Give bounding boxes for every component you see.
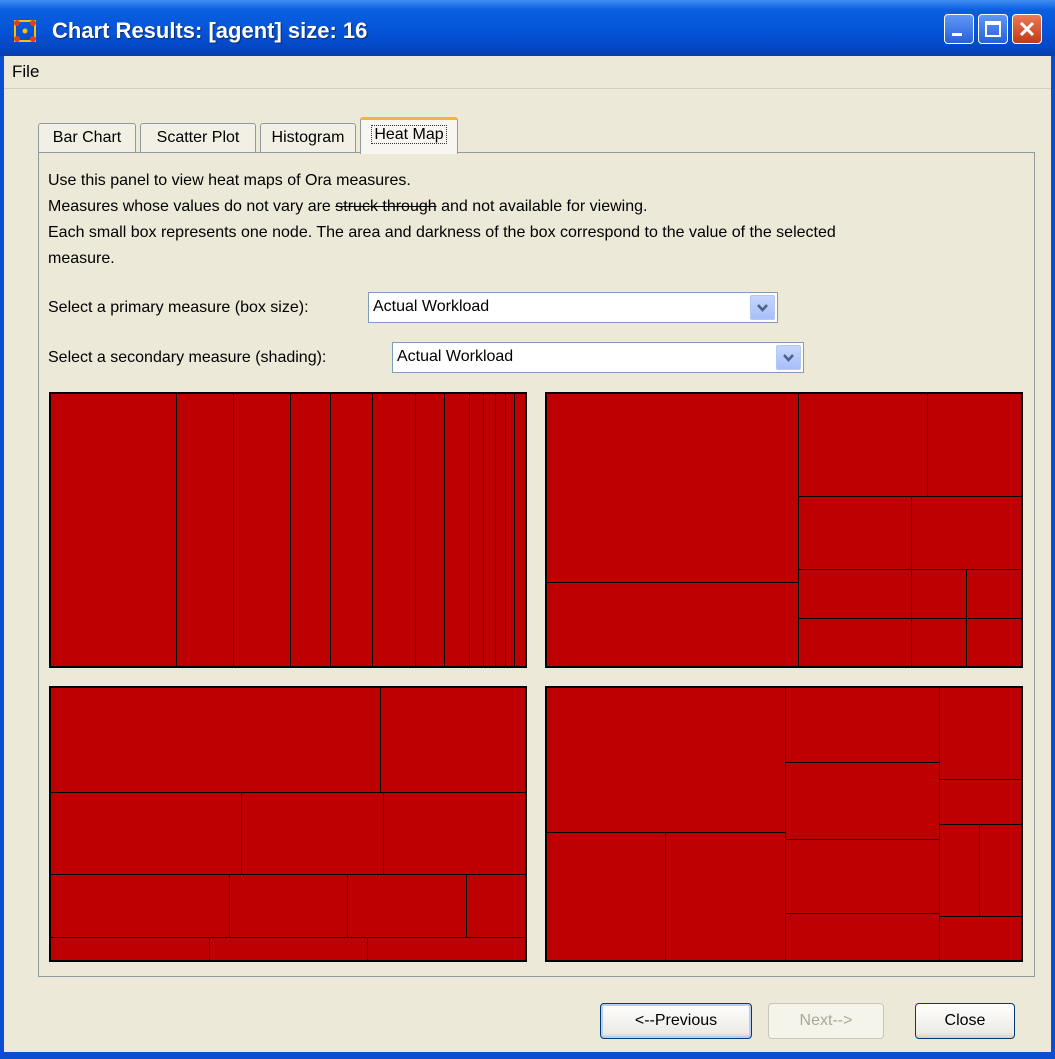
heat-map-cell (466, 874, 526, 938)
heat-map-cell (927, 393, 1022, 497)
description-line-2: Measures whose values do not vary are st… (48, 198, 647, 216)
description-line-2-pre: Measures whose values do not vary are (48, 198, 336, 215)
heat-map-cell (229, 874, 348, 938)
secondary-measure-label: Select a secondary measure (shading): (48, 349, 327, 366)
heat-map-cell (798, 393, 928, 497)
tab-bar-chart[interactable]: Bar Chart (38, 123, 136, 153)
heat-map-cell (979, 824, 1022, 917)
close-window-button[interactable] (1012, 14, 1042, 44)
heat-map-cell (785, 839, 940, 914)
close-icon (1019, 21, 1035, 37)
heat-map-cell (785, 687, 940, 763)
heat-map-cell (966, 618, 1022, 667)
heat-map-cell (50, 937, 210, 961)
heat-map-cell (798, 618, 912, 667)
ora-app-icon (14, 20, 36, 42)
window-frame-left (0, 56, 4, 1059)
heat-map-cell (415, 393, 445, 667)
minimize-icon (952, 33, 962, 36)
maximize-icon (985, 21, 1001, 37)
primary-measure-select[interactable]: Actual Workload (368, 292, 778, 323)
heat-map-cell (347, 874, 467, 938)
description-line-1: Use this panel to view heat maps of Ora … (48, 172, 411, 189)
heat-map-cell (785, 762, 940, 840)
heat-map-cell (50, 792, 242, 875)
heat-map-cell (939, 824, 980, 917)
secondary-measure-value: Actual Workload (397, 348, 514, 365)
secondary-measure-select[interactable]: Actual Workload (392, 342, 804, 373)
heat-map-cell (367, 937, 526, 961)
heat-map-cell (444, 393, 470, 667)
heat-map-4 (545, 686, 1023, 962)
heat-map-cell (939, 779, 1022, 825)
chevron-down-icon[interactable] (750, 295, 775, 320)
heat-map-cell (380, 687, 526, 793)
heat-map-1 (49, 392, 527, 668)
tab-scatter-plot[interactable]: Scatter Plot (140, 123, 256, 153)
heat-map-cell (911, 569, 967, 619)
previous-button[interactable]: <--Previous (600, 1003, 752, 1039)
heat-map-cell (330, 393, 373, 667)
heat-map-cell (546, 582, 799, 667)
heat-map-cell (911, 618, 967, 667)
heat-map-cell (798, 496, 912, 570)
heat-map-cell (546, 832, 666, 961)
heat-map-cell (50, 874, 230, 938)
window-title: Chart Results: [agent] size: 16 (52, 18, 368, 43)
tab-histogram[interactable]: Histogram (260, 123, 356, 153)
struck-through-example: struck through (335, 198, 437, 215)
next-button[interactable]: Next--> (768, 1003, 884, 1039)
heat-map-cell (939, 916, 1022, 961)
minimize-button[interactable] (944, 14, 974, 44)
window-frame-right (1051, 56, 1055, 1059)
menu-file[interactable]: File (12, 62, 39, 82)
window-frame-bottom (0, 1052, 1055, 1059)
heat-map-cell (383, 792, 526, 875)
heat-map-cell (50, 687, 381, 793)
heat-map-cell (785, 913, 940, 961)
close-button[interactable]: Close (915, 1003, 1015, 1039)
heat-map-cell (546, 687, 786, 833)
heat-map-cell (209, 937, 368, 961)
heat-map-cell (233, 393, 291, 667)
description-line-2-post: and not available for viewing. (436, 198, 648, 215)
chart-results-window: Chart Results: [agent] size: 16 File Bar… (0, 0, 1055, 1059)
heat-map-cell (241, 792, 384, 875)
heat-map-cell (911, 496, 1022, 570)
heat-map-cell (514, 393, 526, 667)
heat-map-cell (798, 569, 912, 619)
heat-map-cell (546, 393, 799, 583)
description-line-3: Each small box represents one node. The … (48, 224, 836, 241)
heat-map-3 (49, 686, 527, 962)
tab-heat-map[interactable]: Heat Map (360, 117, 458, 154)
description-line-4: measure. (48, 250, 115, 267)
heat-map-cell (290, 393, 331, 667)
tab-heat-map-label: Heat Map (371, 125, 447, 144)
primary-measure-label: Select a primary measure (box size): (48, 299, 309, 316)
heat-map-cell (966, 569, 1022, 619)
heat-map-cell (469, 393, 484, 667)
heat-map-cell (50, 393, 177, 667)
primary-measure-value: Actual Workload (373, 298, 490, 315)
heat-map-cell (372, 393, 416, 667)
heat-map-cell (665, 832, 786, 961)
heat-map-cell (939, 687, 1022, 780)
heat-map-cell (176, 393, 234, 667)
chevron-down-icon[interactable] (776, 345, 801, 370)
maximize-button[interactable] (978, 14, 1008, 44)
title-bar[interactable]: Chart Results: [agent] size: 16 (0, 0, 1055, 56)
heat-map-2 (545, 392, 1023, 668)
menu-bar: File (0, 56, 1055, 89)
